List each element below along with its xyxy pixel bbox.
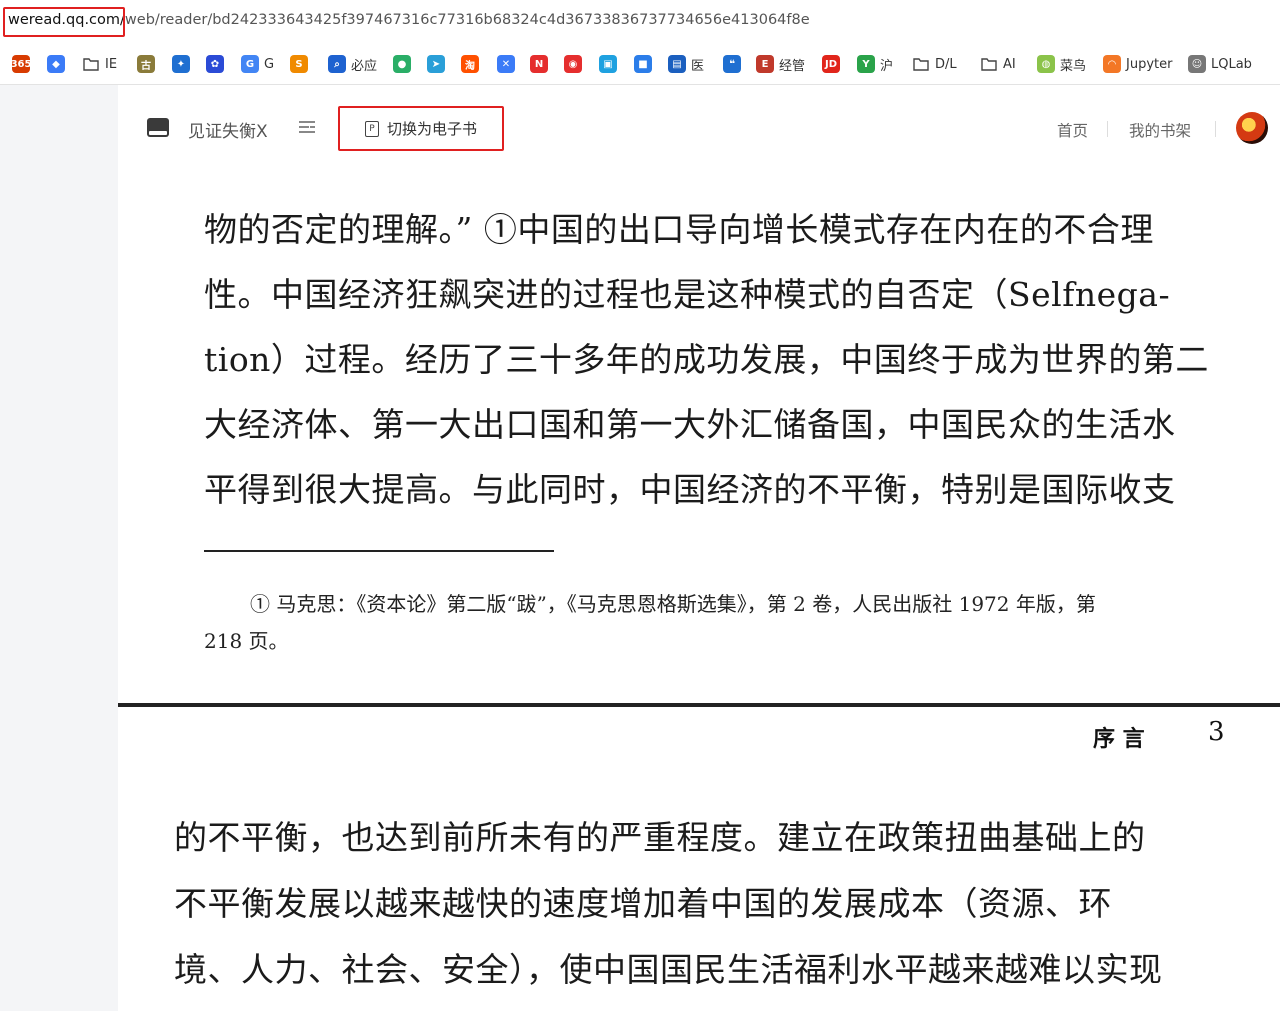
office365-bookmark-icon: 365 <box>11 55 31 73</box>
address-path: web/reader/bd242333643425f397467316c7731… <box>124 12 810 28</box>
toc-icon[interactable] <box>296 117 318 139</box>
hu-icon: Y <box>857 55 875 73</box>
bookmark-bing[interactable]: ⌕ 必应 <box>328 54 377 74</box>
bookmark-label: D/L <box>935 56 957 72</box>
bookmark-label: Jupyter <box>1126 56 1173 72</box>
folder-dl[interactable]: D/L <box>912 54 957 74</box>
quote-icon: ❝ <box>723 55 741 73</box>
google-icon: G <box>241 55 259 73</box>
switch-to-ebook-button[interactable]: P 切换为电子书 <box>338 106 504 151</box>
folder-icon <box>912 55 930 73</box>
bookmark-circle[interactable]: ✕ <box>497 54 515 74</box>
wechat-icon: ● <box>393 55 411 73</box>
bing-icon: ⌕ <box>328 55 346 73</box>
blue-icon: ■ <box>634 55 652 73</box>
bookmark-blue[interactable]: ■ <box>634 54 652 74</box>
office365-bookmark[interactable]: 365 <box>11 54 31 74</box>
bookmark-sogou[interactable]: S <box>290 54 308 74</box>
bookmark-taobao[interactable]: 淘 <box>461 54 479 74</box>
host-highlight-box <box>3 7 125 37</box>
circle-icon: ✕ <box>497 55 515 73</box>
footnote-line: 218 页。 <box>204 629 289 653</box>
bookmark-label: AI <box>1003 56 1016 72</box>
bookmark-wechat[interactable]: ● <box>393 54 411 74</box>
bookmark-label: 经管 <box>779 58 806 74</box>
bookmark-lqlab[interactable]: ☺ LQLab <box>1188 54 1252 74</box>
folder-icon <box>82 55 100 73</box>
nav-separator <box>1107 121 1108 137</box>
bookmark-quote[interactable]: ❝ <box>723 54 741 74</box>
bookmark-hu[interactable]: Y沪 <box>857 54 893 74</box>
bookmark-label: IE <box>105 56 118 72</box>
footnote-rule <box>204 550 554 552</box>
bookmark-red[interactable]: N <box>530 54 548 74</box>
address-url[interactable]: weread.qq.com/web/reader/bd242333643425f… <box>8 12 810 28</box>
bookmark-gu[interactable]: 古 <box>137 54 155 74</box>
left-gutter <box>0 85 118 1011</box>
bookmark-google[interactable]: GG <box>241 54 274 74</box>
page1-line: 性。中国经济狂飙突进的过程也是这种模式的自否定（Selfnega- <box>204 275 1171 314</box>
bookmark-label: 必应 <box>351 58 378 74</box>
page1-line: 平得到很大提高。与此同时，中国经济的不平衡，特别是国际收支 <box>204 470 1176 509</box>
runoob-icon: ◍ <box>1037 55 1055 73</box>
switch-to-ebook-label: 切换为电子书 <box>386 120 477 138</box>
page2-line: 的不平衡，也达到前所未有的严重程度。建立在政策扭曲基础上的 <box>174 818 1146 857</box>
bookmark-med[interactable]: ▤ 医 <box>668 54 704 74</box>
baidu-icon: ✿ <box>206 55 224 73</box>
bookmark-plane[interactable]: ➤ <box>427 54 445 74</box>
bookmark-app[interactable]: ◆ <box>47 54 65 74</box>
nav-home-link[interactable]: 首页 <box>1057 119 1088 141</box>
nav-shelf-link[interactable]: 我的书架 <box>1129 119 1191 141</box>
page2-line: 境、人力、社会、安全），使中国国民生活福利水平越来越难以实现 <box>174 950 1163 989</box>
taobao-icon: 淘 <box>461 55 479 73</box>
bookmark-music[interactable]: ◉ <box>564 54 582 74</box>
page1-line: 物的否定的理解。” ①中国的出口导向增长模式存在内在的不合理 <box>204 210 1154 249</box>
bookmark-jupyter[interactable]: ◠ Jupyter <box>1103 54 1172 74</box>
bili-icon: ▣ <box>599 55 617 73</box>
gu-icon: 古 <box>137 55 155 73</box>
bookmark-runoob[interactable]: ◍ 菜鸟 <box>1037 54 1086 74</box>
page-divider <box>118 703 1280 707</box>
bookmark-baidu[interactable]: ✿ <box>206 54 224 74</box>
bookmarks-bar: 365 ◆ IE 古 ✦ ✿ G G S ⌕ 必应 ● ➤ 淘 ✕ N ◉ ▣ ■ ▤ 医 ❝ E 经管 JD Y 沪 D/L AI ◍ 菜… <box>0 44 1280 85</box>
folder-ie[interactable]: IE <box>82 54 117 74</box>
folder-ai[interactable]: AI <box>980 54 1016 74</box>
reader-panel: 见证失衡X P 切换为电子书 首页 我的书架 物的否定的理解。” ①中国的出口导… <box>118 85 1280 1011</box>
footnote-line: ① 马克思：《资本论》第二版“跋”，《马克思恩格斯选集》，第 2 卷，人民出版社… <box>250 592 1096 616</box>
med-icon: ▤ <box>668 55 686 73</box>
red-icon: N <box>530 55 548 73</box>
page1-line: 大经济体、第一大出口国和第一大外汇储备国，中国民众的生活水 <box>204 405 1176 444</box>
bookmark-label: LQLab <box>1211 56 1252 72</box>
bookmark-bili[interactable]: ▣ <box>599 54 617 74</box>
lqlab-icon: ☺ <box>1188 55 1206 73</box>
bookmark-jd[interactable]: JD <box>822 54 840 74</box>
bird-icon: ✦ <box>172 55 190 73</box>
page2-line: 不平衡发展以越来越快的速度增加着中国的发展成本（资源、环 <box>174 884 1112 923</box>
econ-icon: E <box>756 55 774 73</box>
music-icon: ◉ <box>564 55 582 73</box>
bookmark-econ[interactable]: E 经管 <box>756 54 805 74</box>
bookmark-label: 沪 <box>880 58 894 74</box>
bookmark-label: 医 <box>691 58 705 74</box>
jd-icon: JD <box>822 55 840 73</box>
jupyter-icon: ◠ <box>1103 55 1121 73</box>
page-number: 3 <box>1208 717 1225 747</box>
book-cover-icon[interactable] <box>146 117 170 139</box>
pdf-icon: P <box>364 120 379 137</box>
sogou-icon: S <box>290 55 308 73</box>
folder-icon <box>980 55 998 73</box>
app-icon: ◆ <box>47 55 65 73</box>
bookmark-bird[interactable]: ✦ <box>172 54 190 74</box>
book-title[interactable]: 见证失衡X <box>188 117 268 142</box>
running-header: 序 言 <box>1093 726 1145 752</box>
address-bar[interactable]: weread.qq.com/web/reader/bd242333643425f… <box>0 0 1280 45</box>
bookmark-label: G <box>264 56 275 72</box>
user-avatar[interactable] <box>1236 112 1268 144</box>
nav-separator <box>1215 121 1216 137</box>
reader-topbar: 见证失衡X P 切换为电子书 首页 我的书架 <box>118 85 1280 171</box>
bookmark-label: 菜鸟 <box>1060 58 1087 74</box>
page1-line: tion）过程。经历了三十多年的成功发展，中国终于成为世界的第二 <box>204 340 1209 379</box>
plane-icon: ➤ <box>427 55 445 73</box>
